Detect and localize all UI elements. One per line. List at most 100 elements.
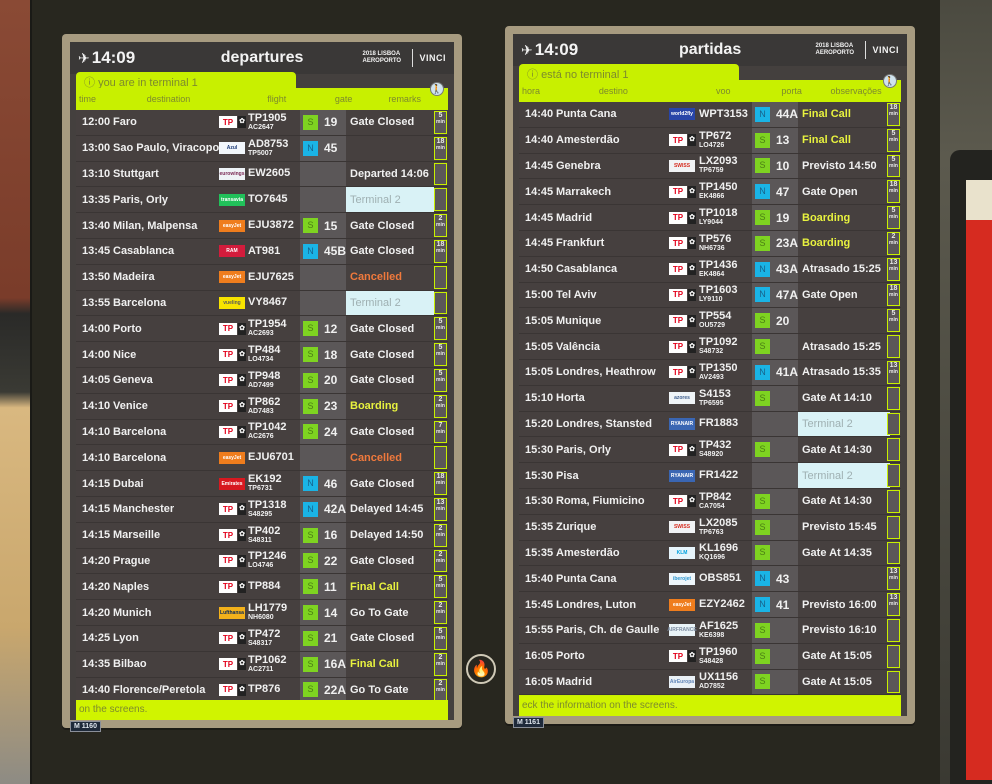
destination: Manchester [113, 503, 175, 516]
destination: Bilbao [113, 658, 147, 671]
departure-time: 13:35 [82, 193, 111, 206]
gate-number: 23 [324, 399, 338, 414]
gate-number: 15 [324, 218, 338, 233]
gate-number: 22A [323, 682, 346, 697]
vinci-logo: VINCI [872, 45, 899, 55]
flight-number-cell: EK192 TP6731 [248, 474, 282, 493]
flight-status: Boarding [802, 211, 851, 224]
flight-status: Gate Closed [350, 348, 415, 361]
flight-number-cell: TP1905 AC2647 [248, 112, 287, 132]
gate-zone-badge: S [755, 313, 770, 329]
walking-minutes: 2 min [434, 678, 447, 702]
departure-time: 15:05 [525, 314, 554, 327]
flight-number: TP554 [699, 310, 732, 323]
departures-board-pt: ✈ 14:09 partidas 2018 LISBOA AEROPORTO V… [505, 26, 915, 728]
airline-logo-icon: TP [219, 658, 246, 671]
departure-time: 14:15 [82, 503, 111, 516]
airline-logo-icon: TP [669, 314, 696, 327]
flight-row: 15:05Londres, Heathrow TPTP1350AV2493 N 41A… [519, 359, 901, 386]
walking-minutes: 5 min [434, 343, 447, 366]
flight-number: LH1779 [248, 602, 288, 615]
airline-logo-icon: SWISS [669, 159, 695, 172]
footer-ticker: on the screens. [76, 700, 448, 720]
flight-status: Gate At 15:05 [802, 650, 872, 663]
codeshare-number: EK4866 [699, 193, 725, 201]
flight-status: Gate Closed [350, 116, 415, 129]
departure-time: 14:15 [82, 529, 111, 542]
flight-number-cell: TP842 CA7054 [699, 491, 731, 511]
minutes-unit: min [436, 660, 445, 667]
codeshare-number: AD7483 [248, 407, 274, 415]
flight-number-cell: TP1062 AC2711 [248, 654, 287, 674]
departure-time: 12:00 [82, 116, 111, 129]
board-title: departures [220, 49, 304, 66]
destination: Naples [113, 580, 150, 593]
flight-status: Gate Closed [350, 374, 415, 387]
walking-minutes: 2 min [434, 652, 447, 676]
destination: Casablanca [556, 263, 618, 276]
gate-number: 14 [324, 605, 338, 620]
flight-number: TP884 [248, 580, 281, 593]
gate-zone-badge: S [755, 648, 770, 664]
flight-number-cell: TP432 S48920 [699, 440, 731, 459]
departure-time: 14:10 [82, 451, 111, 464]
departure-time: 15:20 [525, 417, 554, 430]
flight-row: 14:20Naples TPTP884 S 11 Final Call 5min [76, 574, 448, 601]
flight-number: AF1625 [699, 619, 739, 632]
gate-cell [300, 264, 346, 290]
flight-row: 16:05 Madrid AirEuropa UX1156 AD7852 S Gate At… [519, 669, 901, 696]
minutes-unit: min [436, 480, 445, 487]
flight-number-cell: TP402 S48311 [248, 525, 280, 545]
flight-number-cell: TP1350 AV2493 [699, 362, 738, 382]
clock: 14:09 [91, 48, 136, 67]
flight-row: 14:35Bilbao TPTP1062AC2711 S 16A Final Call 2… [76, 651, 448, 678]
board-header: ✈ 14:09 departures 2018 LISBOA AEROPORTO… [70, 42, 454, 74]
flight-number-cell: TP1603 LY9110 [699, 285, 738, 304]
monitor-id-tag: M 1160 [70, 721, 101, 732]
gate-cell: N 43A [752, 256, 798, 282]
destination: Madrid [556, 211, 593, 224]
flight-number-cell: LH1779 NH6080 [248, 603, 287, 622]
flight-number: TP432 [699, 439, 732, 452]
flight-row: 15:55 Paris, Ch. de Gaulle AIRFRANCE AF1625… [519, 617, 901, 644]
destination: Paris, Orly [113, 193, 169, 206]
walking-minutes-value: 2 [438, 679, 443, 687]
codeshare-number: TP6759 [699, 167, 724, 175]
minutes-unit: min [436, 222, 445, 229]
airline-logo-icon: TP [219, 632, 246, 645]
codeshare-number: LO4726 [699, 141, 725, 149]
departure-time: 13:50 [82, 271, 111, 284]
flight-number-cell: TP862 AD7483 [248, 396, 280, 416]
gate-zone-badge: S [755, 210, 770, 226]
walking-minutes-value: 13 [889, 258, 898, 266]
departure-time: 15:35 [525, 546, 554, 559]
gate-cell: S 12 [300, 316, 346, 342]
destination: Punta Cana [556, 108, 617, 121]
minutes-unit: min [889, 136, 898, 143]
airline-logo-icon: TP [669, 211, 696, 224]
walking-minutes-value: 18 [889, 284, 898, 292]
gate-zone-badge: S [303, 527, 318, 543]
destination: Barcelona [113, 451, 167, 464]
gate-zone-badge: S [755, 235, 770, 251]
gate-number: 41 [776, 597, 790, 612]
flight-number-cell: VY8467 [248, 297, 287, 308]
gate-number: 13 [776, 133, 790, 148]
codeshare-number: AC2711 [248, 665, 274, 673]
departure-time: 15:55 [525, 624, 554, 637]
walking-minutes-empty [887, 386, 900, 410]
flight-number: TP1450 [699, 181, 738, 194]
flight-status: Previsto 16:10 [802, 624, 877, 637]
flight-number: UX1156 [699, 671, 739, 684]
flight-status [798, 308, 890, 333]
flight-number-cell: TP1436 EK4864 [699, 259, 738, 279]
airline-logo-icon: azores [669, 392, 695, 405]
flight-number: EW2605 [248, 167, 291, 180]
walking-minutes: 18 min [887, 180, 900, 204]
walking-minutes-value: 2 [438, 550, 443, 558]
flight-number-cell: EZY2462 [699, 599, 745, 610]
airline-logo-icon: TP [669, 366, 696, 379]
walking-minutes-value: 18 [889, 181, 898, 189]
gate-zone-badge: S [755, 339, 770, 355]
flight-number: TP1318 [248, 498, 287, 511]
